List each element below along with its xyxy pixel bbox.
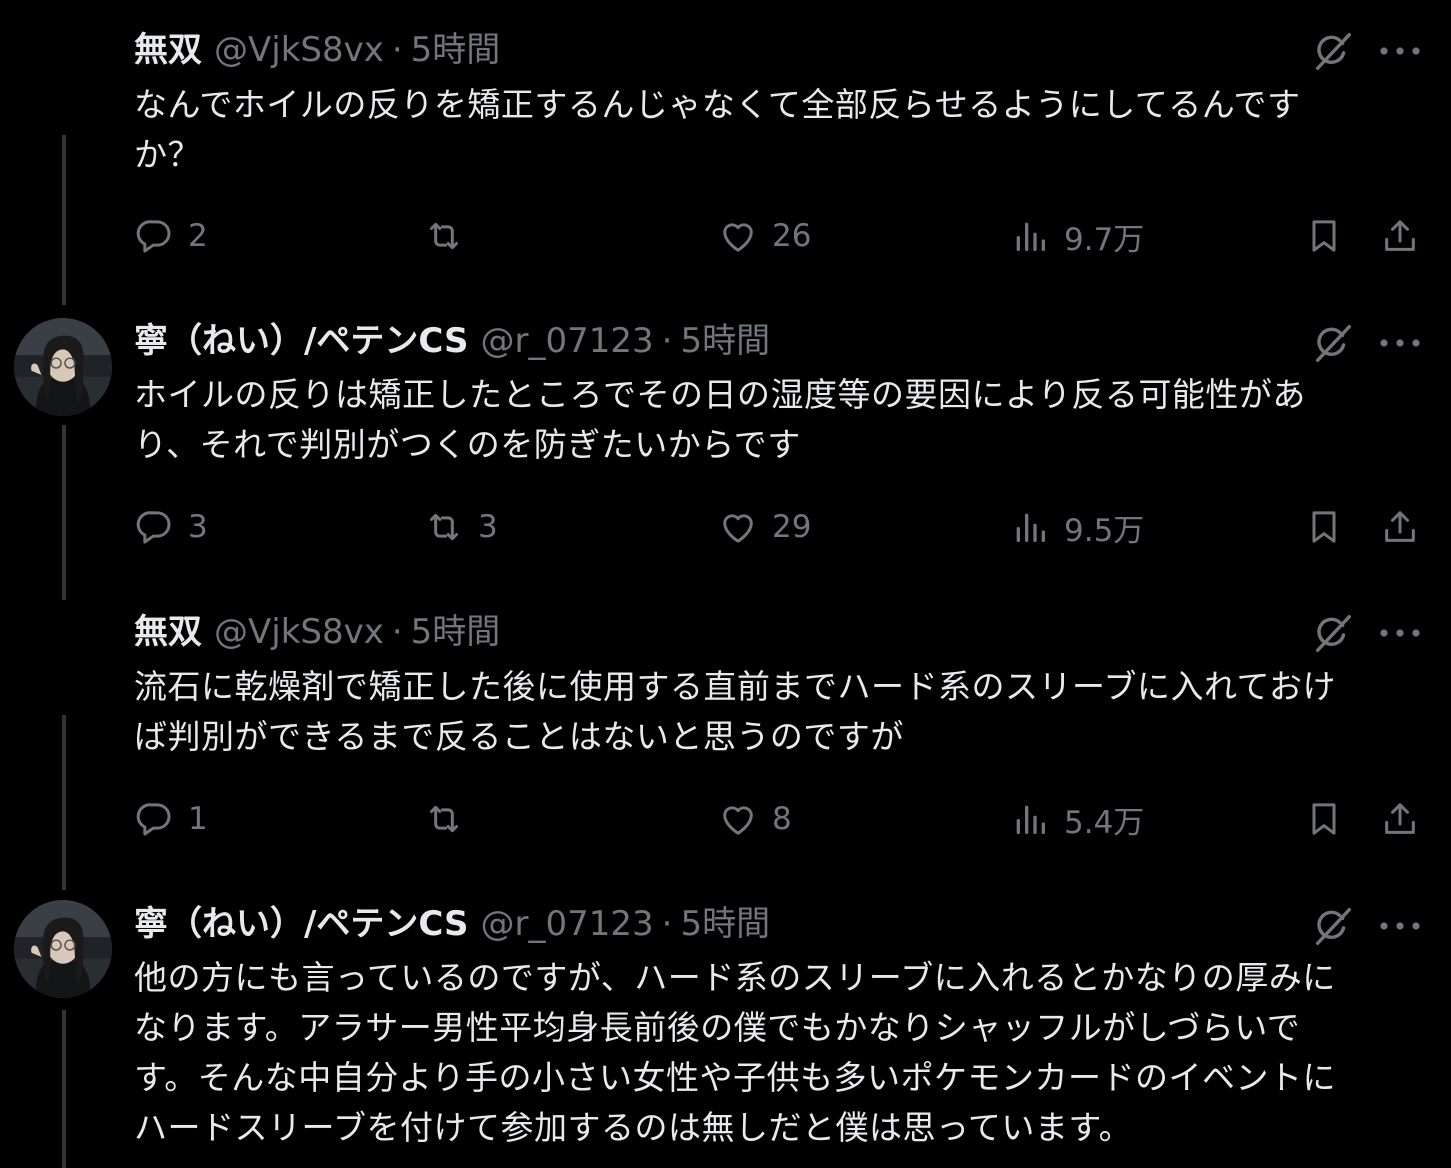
reply-icon (134, 216, 174, 256)
timestamp[interactable]: 5時間 (411, 30, 501, 70)
timestamp[interactable]: 5時間 (411, 612, 501, 652)
avatar[interactable] (14, 318, 112, 416)
bookmark-button[interactable] (1304, 503, 1344, 551)
avatar[interactable] (14, 900, 112, 998)
views-icon (1010, 507, 1050, 547)
avatar-image (14, 900, 112, 998)
reply-count: 2 (188, 218, 208, 254)
separator-dot: · (661, 321, 673, 361)
tweet-text-line: なります。アラサー男性平均身長前後の僕でもかなりシャッフルがしづらいで (134, 1008, 1301, 1047)
more-icon[interactable] (1378, 916, 1422, 936)
retweet-icon (424, 799, 464, 839)
more-icon[interactable] (1378, 41, 1422, 61)
reply-count: 3 (188, 509, 208, 545)
grok-icon[interactable] (1310, 28, 1356, 74)
grok-icon[interactable] (1310, 320, 1356, 366)
retweet-button[interactable] (424, 795, 478, 843)
username[interactable]: @VjkS8vx (214, 612, 384, 652)
reply-icon (134, 799, 174, 839)
username[interactable]: @r_07123 (481, 321, 654, 361)
separator-dot: · (391, 612, 403, 652)
tweet-text: 流石に乾燥剤で矯正した後に使用する直前までハード系のスリーブに入れておけ ば判別… (134, 662, 1414, 762)
bookmark-button[interactable] (1304, 212, 1344, 260)
separator-dot: · (661, 904, 673, 944)
avatar-image (14, 318, 112, 416)
reply-button[interactable]: 2 (134, 212, 208, 260)
bookmark-icon (1304, 799, 1344, 839)
username[interactable]: @r_07123 (481, 904, 654, 944)
view-count: 9.5万 (1064, 512, 1145, 549)
timestamp[interactable]: 5時間 (680, 904, 770, 944)
tweet-header: 無双 @VjkS8vx · 5時間 (134, 612, 500, 652)
tweet[interactable]: 寧（ねい）/ペテンCS @r_07123 · 5時間 他の方にも言っているのです… (0, 885, 1451, 1168)
views-button[interactable]: 5.4万 (1010, 795, 1144, 843)
heart-icon (718, 799, 758, 839)
heart-icon (718, 216, 758, 256)
tweet-text-line: ホイルの反りは矯正したところでその日の湿度等の要因により反る可能性があ (134, 375, 1306, 414)
heart-icon (718, 507, 758, 547)
retweet-icon (424, 507, 464, 547)
retweet-button[interactable]: 3 (424, 503, 498, 551)
tweet-text-line: 他の方にも言っているのですが、ハード系のスリーブに入れるとかなりの厚みに (134, 958, 1336, 997)
share-button[interactable] (1380, 212, 1420, 260)
display-name[interactable]: 無双 (134, 612, 202, 652)
tweet-text-line: り、それで判別がつくのを防ぎたいからです (134, 425, 801, 464)
reply-count: 1 (188, 801, 208, 837)
retweet-icon (424, 216, 464, 256)
reply-button[interactable]: 1 (134, 795, 208, 843)
tweet-text: なんでホイルの反りを矯正するんじゃなくて全部反らせるようにしてるんです か？ (134, 80, 1414, 180)
bookmark-icon (1304, 507, 1344, 547)
like-button[interactable]: 8 (718, 795, 792, 843)
views-icon (1010, 799, 1050, 839)
reply-icon (134, 507, 174, 547)
tweet-text-line: 流石に乾燥剤で矯正した後に使用する直前までハード系のスリーブに入れておけ (134, 667, 1337, 706)
display-name[interactable]: 無双 (134, 30, 202, 70)
tweet-header: 寧（ねい）/ペテンCS @r_07123 · 5時間 (134, 321, 770, 361)
timestamp[interactable]: 5時間 (680, 321, 770, 361)
tweet-text-line: なんでホイルの反りを矯正するんじゃなくて全部反らせるようにしてるんです (134, 85, 1301, 124)
retweet-button[interactable] (424, 212, 478, 260)
username[interactable]: @VjkS8vx (214, 30, 384, 70)
more-icon[interactable] (1378, 623, 1422, 643)
like-button[interactable]: 26 (718, 212, 811, 260)
tweet-text: ホイルの反りは矯正したところでその日の湿度等の要因により反る可能性があ り、それ… (134, 370, 1414, 470)
like-count: 8 (772, 801, 792, 837)
like-button[interactable]: 29 (718, 503, 811, 551)
tweet[interactable]: 無双 @VjkS8vx · 5時間 なんでホイルの反りを矯正するんじゃなくて全部… (0, 0, 1451, 300)
action-bar: 3 3 29 9.5万 (134, 503, 1424, 551)
tweet-text-line: か？ (134, 135, 201, 174)
tweet[interactable]: 寧（ねい）/ペテンCS @r_07123 · 5時間 ホイルの反りは矯正したとこ… (0, 300, 1451, 590)
share-icon (1380, 799, 1420, 839)
retweet-count: 3 (478, 509, 498, 545)
share-button[interactable] (1380, 503, 1420, 551)
action-bar: 1 8 5.4万 (134, 795, 1424, 843)
separator-dot: · (391, 30, 403, 70)
tweet-header: 寧（ねい）/ペテンCS @r_07123 · 5時間 (134, 904, 770, 944)
more-icon[interactable] (1378, 333, 1422, 353)
views-icon (1010, 216, 1050, 256)
views-button[interactable]: 9.5万 (1010, 503, 1144, 551)
share-button[interactable] (1380, 795, 1420, 843)
action-bar: 2 26 9.7万 (134, 212, 1424, 260)
like-count: 26 (772, 218, 812, 254)
tweet-text-line: ば判別ができるまで反ることはないと思うのですが (134, 717, 904, 756)
bookmark-button[interactable] (1304, 795, 1344, 843)
bookmark-icon (1304, 216, 1344, 256)
tweet-text: 他の方にも言っているのですが、ハード系のスリーブに入れるとかなりの厚みに なりま… (134, 953, 1414, 1153)
view-count: 5.4万 (1064, 804, 1145, 841)
tweet-header: 無双 @VjkS8vx · 5時間 (134, 30, 500, 70)
share-icon (1380, 507, 1420, 547)
reply-button[interactable]: 3 (134, 503, 208, 551)
display-name[interactable]: 寧（ねい）/ペテンCS (134, 321, 469, 361)
view-count: 9.7万 (1064, 221, 1145, 258)
display-name[interactable]: 寧（ねい）/ペテンCS (134, 904, 469, 944)
grok-icon[interactable] (1310, 610, 1356, 656)
share-icon (1380, 216, 1420, 256)
tweet-text-line: す。そんな中自分より手の小さい女性や子供も多いポケモンカードのイベントに (134, 1058, 1337, 1097)
tweet-text-line: ハードスリーブを付けて参加するのは無しだと僕は思っています。 (134, 1108, 1133, 1147)
like-count: 29 (772, 509, 812, 545)
grok-icon[interactable] (1310, 903, 1356, 949)
views-button[interactable]: 9.7万 (1010, 212, 1144, 260)
tweet[interactable]: 無双 @VjkS8vx · 5時間 流石に乾燥剤で矯正した後に使用する直前までハ… (0, 590, 1451, 885)
